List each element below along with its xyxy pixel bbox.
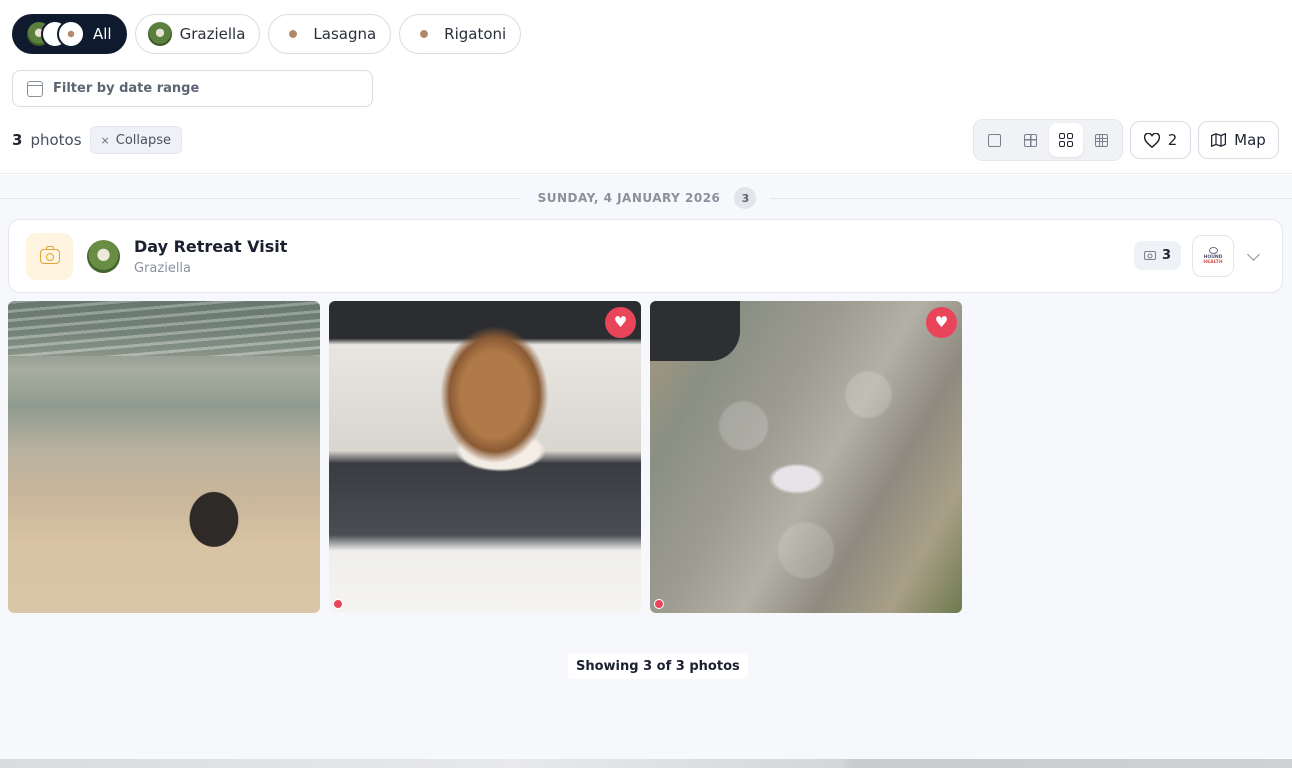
camera-icon <box>39 246 60 264</box>
favourites-count: 2 <box>1167 131 1178 149</box>
photo-grid: ♥ ♥ <box>8 301 962 613</box>
photo-count-label: photos <box>30 131 82 149</box>
date-range-filter[interactable]: Filter by date range <box>12 70 373 107</box>
grid-size-toggle <box>973 119 1123 161</box>
date-range-label: Filter by date range <box>53 81 200 96</box>
camera-icon <box>1143 251 1156 260</box>
visit-title: Day Retreat Visit <box>134 237 288 256</box>
pet-filter-chips: All Graziella Lasagna Rigatoni <box>12 14 522 54</box>
divider-line <box>770 198 1292 199</box>
avatar <box>57 20 85 48</box>
collapse-icon: ⨯ <box>100 133 110 147</box>
avatar <box>87 240 120 273</box>
calendar-icon <box>27 80 43 97</box>
grid-2x2-icon <box>1023 133 1037 147</box>
pet-chip-lasagna[interactable]: Lasagna <box>268 14 392 54</box>
pet-chip-rigatoni[interactable]: Rigatoni <box>399 14 522 54</box>
day-label: SUNDAY, 4 JANUARY 2026 <box>535 191 723 205</box>
day-count-badge: 3 <box>734 187 757 209</box>
visit-photo-count-value: 3 <box>1161 248 1172 263</box>
clinic-logo: HOUND HEALTH <box>1192 235 1234 277</box>
grid-3x3-icon <box>1094 133 1108 147</box>
filter-header: All Graziella Lasagna Rigatoni Filter by… <box>0 0 1292 174</box>
pet-chip-graziella[interactable]: Graziella <box>134 14 261 54</box>
divider-line <box>0 198 520 199</box>
paw-icon <box>1208 247 1218 254</box>
visit-type-badge <box>26 233 73 280</box>
visit-pet-name: Graziella <box>134 261 192 276</box>
photo-thumbnail[interactable]: ♥ <box>650 301 962 613</box>
photo-count: 3 <box>12 131 23 149</box>
day-divider: SUNDAY, 4 JANUARY 2026 3 <box>0 187 1292 209</box>
pet-chip-label: Graziella <box>179 25 246 43</box>
avatar <box>147 22 172 46</box>
collapse-button[interactable]: ⨯ Collapse <box>89 126 182 154</box>
map-preview-strip <box>0 759 1292 768</box>
visit-photo-count: 3 <box>1134 241 1181 270</box>
pet-chip-label: All <box>93 25 112 43</box>
pet-chip-all[interactable]: All <box>12 14 127 54</box>
heart-outline-icon <box>1143 132 1160 148</box>
pet-chip-label: Lasagna <box>313 25 377 43</box>
medium-grid-button[interactable] <box>1049 123 1083 157</box>
map-icon <box>1211 133 1227 147</box>
showing-count-text: Showing 3 of 3 photos <box>568 653 748 679</box>
avatar <box>412 22 437 46</box>
status-dot <box>654 599 664 609</box>
visit-card[interactable]: Day Retreat Visit Graziella 3 HOUND HEAL… <box>8 219 1283 293</box>
map-button[interactable]: Map <box>1198 121 1279 159</box>
small-grid-button[interactable] <box>1085 123 1119 157</box>
favourites-filter-button[interactable]: 2 <box>1130 121 1191 159</box>
status-dot <box>333 599 343 609</box>
grid-squares-icon <box>1058 133 1073 147</box>
favourite-heart-icon[interactable]: ♥ <box>926 307 957 338</box>
pet-chip-label: Rigatoni <box>444 25 507 43</box>
collapse-label: Collapse <box>115 132 171 148</box>
photo-thumbnail[interactable]: ♥ <box>329 301 641 613</box>
chevron-down-icon[interactable] <box>1247 248 1260 261</box>
single-view-button[interactable] <box>978 123 1012 157</box>
photo-thumbnail[interactable] <box>8 301 320 613</box>
single-square-icon <box>988 133 1002 147</box>
large-grid-button[interactable] <box>1014 123 1048 157</box>
photo-count-row: 3 photos ⨯ Collapse <box>12 126 182 154</box>
avatar-stack <box>25 20 85 48</box>
map-label: Map <box>1234 131 1266 149</box>
photo-timeline: SUNDAY, 4 JANUARY 2026 3 Day Retreat Vis… <box>0 175 1292 768</box>
clinic-logo-text: HEALTH <box>1203 260 1223 265</box>
avatar <box>281 22 306 46</box>
favourite-heart-icon[interactable]: ♥ <box>605 307 636 338</box>
